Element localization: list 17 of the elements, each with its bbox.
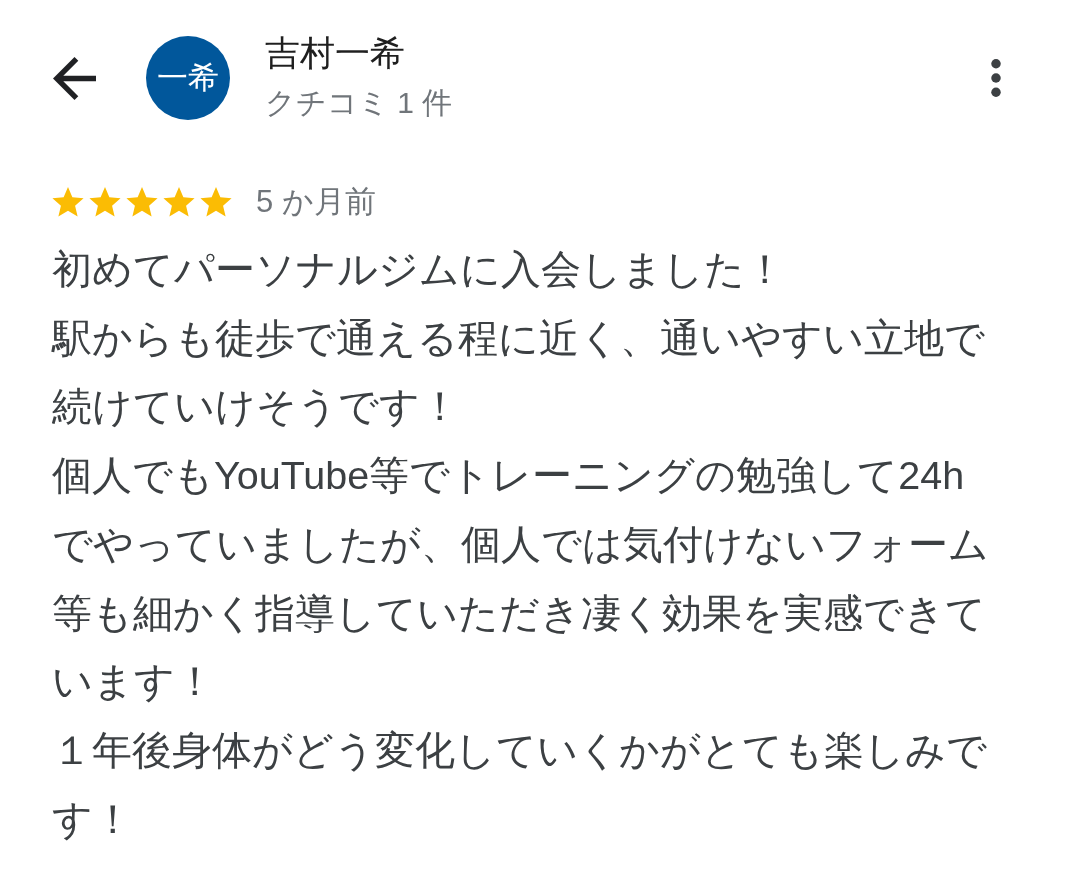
review-time: 5 か月前 — [256, 183, 376, 221]
review-text: 駅からも徒歩で通える程に近く、通いやすい立地で続けていけそうです！ — [52, 314, 986, 431]
star-icon — [126, 187, 158, 217]
review-text: １年後身体がどう変化していくかがとても楽しみです！ — [52, 726, 988, 843]
star-icon — [89, 187, 121, 217]
more-vertical-icon — [991, 59, 1001, 97]
star-icon — [52, 187, 84, 217]
star-icon — [200, 187, 232, 217]
star-icon — [163, 187, 195, 217]
review-count: クチコミ 1 件 — [265, 85, 453, 121]
review-text: 個人でもYouTube等でトレーニングの勉強して24hでやっていましたが、個人では気付けないフォーム等も細かく指導していただき凄く効果を実感できています！ — [52, 452, 990, 706]
reviewer-name: 吉村一希 — [265, 32, 406, 74]
review-text: 初めてパーソナルジムに入会しました！ — [52, 246, 786, 293]
more-options-button[interactable] — [991, 59, 1001, 97]
avatar-initials: 一希 — [146, 36, 230, 120]
back-arrow-icon — [53, 56, 96, 100]
back-button[interactable] — [53, 56, 96, 100]
